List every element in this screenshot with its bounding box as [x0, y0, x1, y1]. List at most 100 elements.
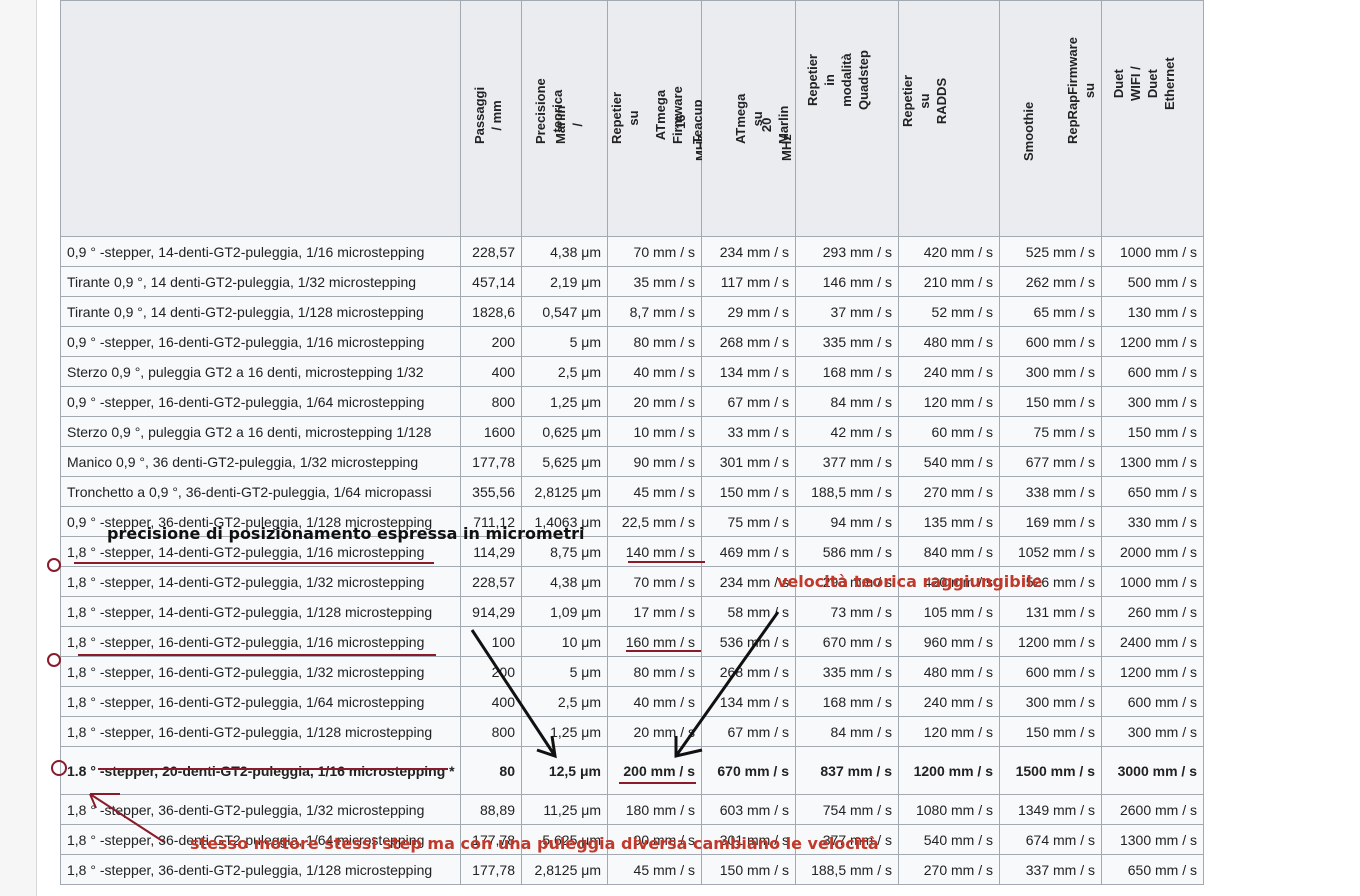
row-value-cell: 1300 mm / s [1101, 446, 1204, 477]
header-description [60, 0, 461, 237]
row-value-cell: 536 mm / s [701, 626, 796, 657]
marker-circle [47, 558, 61, 572]
row-value-cell: 1000 mm / s [1101, 236, 1204, 267]
header-label: Repetier su RADDS [900, 74, 949, 127]
row-value-cell: 234 mm / s [701, 236, 796, 267]
row-value-cell: 457,14 [460, 266, 522, 297]
row-value-cell: 150 mm / s [1101, 416, 1204, 447]
row-value-cell: 603 mm / s [701, 794, 796, 825]
row-value-cell: 10 mm / s [607, 416, 702, 447]
row-value-cell: 117 mm / s [701, 266, 796, 297]
row-value-cell: 60 mm / s [898, 416, 1000, 447]
row-value-cell: 70 mm / s [607, 566, 702, 597]
table-row: 1,8 ° -stepper, 16-denti-GT2-puleggia, 1… [60, 626, 1204, 657]
row-value-cell: 300 mm / s [1101, 386, 1204, 417]
row-value-cell: 169 mm / s [999, 506, 1102, 537]
row-value-cell: 228,57 [460, 236, 522, 267]
row-value-cell: 2,5 μm [521, 356, 608, 387]
row-value-cell: 200 [460, 326, 522, 357]
row-description-cell: 1.8 ° -stepper, 20-denti-GT2-puleggia, 1… [60, 746, 461, 795]
row-value-cell: 262 mm / s [999, 266, 1102, 297]
row-value-cell: 10 μm [521, 626, 608, 657]
header-repetier-atmega-16: Repetier su ATmega Firmware 16 Teacup MH… [607, 0, 708, 237]
row-value-cell: 1,25 μm [521, 716, 608, 747]
row-value-cell: 240 mm / s [898, 356, 1000, 387]
row-value-cell: 650 mm / s [1101, 854, 1204, 885]
header-label: RepRapFirmware su [1065, 37, 1097, 144]
row-value-cell: 134 mm / s [701, 356, 796, 387]
row-value-cell: 33 mm / s [701, 416, 796, 447]
row-value-cell: 52 mm / s [898, 296, 1000, 327]
table-row: 0,9 ° -stepper, 16-denti-GT2-puleggia, 1… [60, 326, 1204, 357]
row-value-cell: 45 mm / s [607, 476, 702, 507]
row-value-cell: 188,5 mm / s [795, 476, 899, 507]
table-body: 0,9 ° -stepper, 14-denti-GT2-puleggia, 1… [60, 236, 1204, 885]
row-value-cell: 480 mm / s [898, 656, 1000, 687]
row-value-cell: 1052 mm / s [999, 536, 1102, 567]
table-row: 1,8 ° -stepper, 36-denti-GT2-puleggia, 1… [60, 794, 1204, 825]
row-value-cell: 1080 mm / s [898, 794, 1000, 825]
row-value-cell: 1,09 μm [521, 596, 608, 627]
row-value-cell: 5 μm [521, 326, 608, 357]
row-value-cell: 1000 mm / s [1101, 566, 1204, 597]
row-value-cell: 146 mm / s [795, 266, 899, 297]
row-value-cell: 150 mm / s [701, 854, 796, 885]
same-motor-annotation: stesso motore stessi step ma con una pul… [190, 834, 879, 853]
row-description-cell: 0,9 ° -stepper, 14-denti-GT2-puleggia, 1… [60, 236, 461, 267]
table-row: Sterzo 0,9 °, puleggia GT2 a 16 denti, m… [60, 356, 1204, 387]
speed-annotation: velocità teorica raggiungibile [777, 572, 1043, 591]
row-value-cell: 17 mm / s [607, 596, 702, 627]
row-description-cell: 1,8 ° -stepper, 16-denti-GT2-puleggia, 1… [60, 626, 461, 657]
header-label: Passaggi / mm [472, 86, 504, 144]
row-value-cell: 2,8125 μm [521, 476, 608, 507]
row-value-cell: 40 mm / s [607, 356, 702, 387]
row-value-cell: 29 mm / s [701, 296, 796, 327]
row-value-cell: 0,547 μm [521, 296, 608, 327]
row-value-cell: 150 mm / s [999, 386, 1102, 417]
row-value-cell: 80 mm / s [607, 326, 702, 357]
row-value-cell: 75 mm / s [999, 416, 1102, 447]
row-value-cell: 480 mm / s [898, 326, 1000, 357]
row-value-cell: 140 mm / s [607, 536, 702, 567]
header-label: Repetier in modalità Quadstep [805, 50, 871, 110]
header-atmega-20: ATmega su 20 Marlin MHz [701, 0, 796, 237]
table-row: Tirante 0,9 °, 14 denti-GT2-puleggia, 1/… [60, 266, 1204, 297]
row-value-cell: 586 mm / s [795, 536, 899, 567]
row-value-cell: 177,78 [460, 854, 522, 885]
table-row: 1.8 ° -stepper, 20-denti-GT2-puleggia, 1… [60, 746, 1204, 795]
table-row: 1,8 ° -stepper, 16-denti-GT2-puleggia, 1… [60, 716, 1204, 747]
row-value-cell: 5,625 μm [521, 446, 608, 477]
row-value-cell: 70 mm / s [607, 236, 702, 267]
header-label: MHz [779, 134, 794, 161]
row-description-cell: Manico 0,9 °, 36 denti-GT2-puleggia, 1/3… [60, 446, 461, 477]
row-value-cell: 1500 mm / s [999, 746, 1102, 795]
row-value-cell: 3000 mm / s [1101, 746, 1204, 795]
row-value-cell: 300 mm / s [999, 686, 1102, 717]
row-description-cell: 1,8 ° -stepper, 36-denti-GT2-puleggia, 1… [60, 794, 461, 825]
row-value-cell: 100 [460, 626, 522, 657]
table-row: 1,8 ° -stepper, 14-denti-GT2-puleggia, 1… [60, 596, 1204, 627]
row-value-cell: 130 mm / s [1101, 296, 1204, 327]
row-value-cell: 260 mm / s [1101, 596, 1204, 627]
row-value-cell: 270 mm / s [898, 476, 1000, 507]
table-row: 1,8 ° -stepper, 16-denti-GT2-puleggia, 1… [60, 656, 1204, 687]
stepper-speed-table: Passaggi / mm Precisione teorica Marlin … [60, 0, 1204, 885]
row-description-cell: Sterzo 0,9 °, puleggia GT2 a 16 denti, m… [60, 356, 461, 387]
row-value-cell: 960 mm / s [898, 626, 1000, 657]
row-value-cell: 84 mm / s [795, 716, 899, 747]
row-value-cell: 268 mm / s [701, 326, 796, 357]
precision-annotation: precisione di posizionamento espressa in… [107, 524, 585, 543]
row-value-cell: 914,29 [460, 596, 522, 627]
row-description-cell: 1,8 ° -stepper, 16-denti-GT2-puleggia, 1… [60, 686, 461, 717]
row-value-cell: 1349 mm / s [999, 794, 1102, 825]
table-row: 1,8 ° -stepper, 36-denti-GT2-puleggia, 1… [60, 854, 1204, 885]
row-value-cell: 1200 mm / s [1101, 326, 1204, 357]
row-value-cell: 338 mm / s [999, 476, 1102, 507]
row-description-cell: Sterzo 0,9 °, puleggia GT2 a 16 denti, m… [60, 416, 461, 447]
row-value-cell: 754 mm / s [795, 794, 899, 825]
row-description-cell: 1,8 ° -stepper, 16-denti-GT2-puleggia, 1… [60, 656, 461, 687]
table-row: 1,8 ° -stepper, 16-denti-GT2-puleggia, 1… [60, 686, 1204, 717]
row-value-cell: 500 mm / s [1101, 266, 1204, 297]
row-value-cell: 67 mm / s [701, 386, 796, 417]
row-value-cell: 1828,6 [460, 296, 522, 327]
